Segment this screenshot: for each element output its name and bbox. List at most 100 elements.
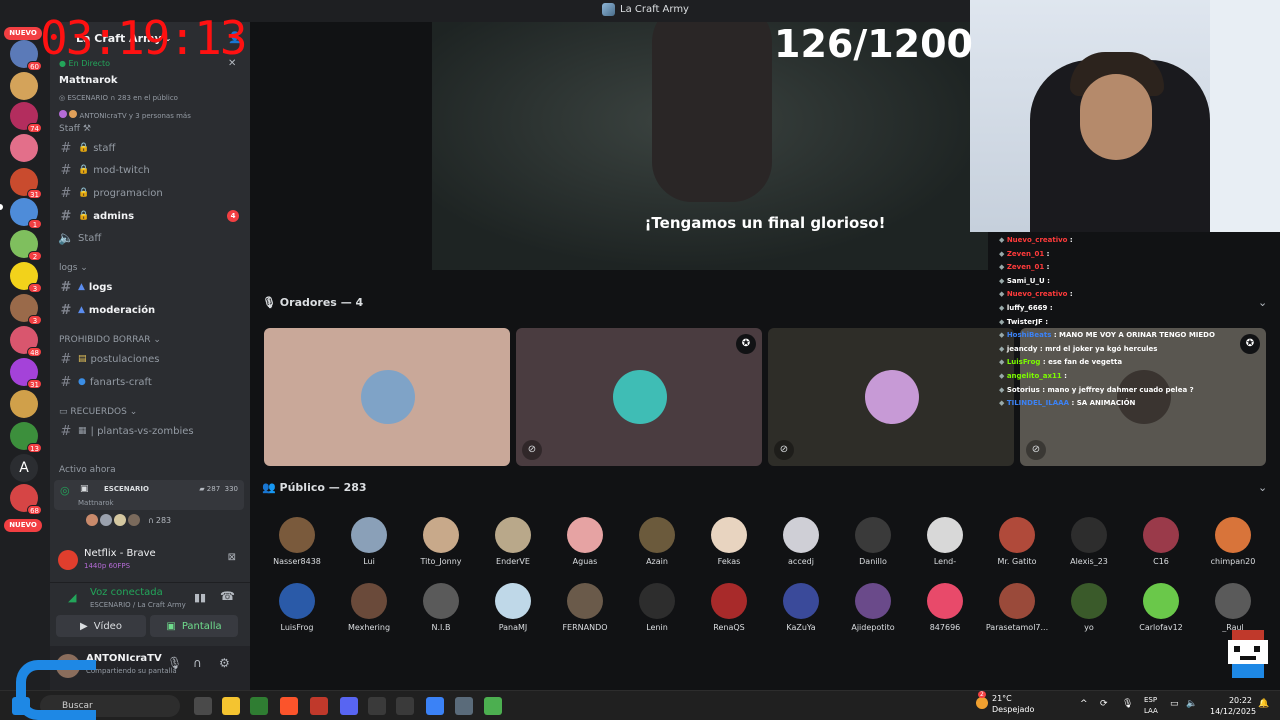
speaker-tile-3[interactable]: ⊘: [768, 328, 1014, 466]
speaker-tile-2[interactable]: ✪ ⊘: [516, 328, 762, 466]
video-button[interactable]: ▶ Vídeo: [56, 615, 146, 637]
app-icon[interactable]: [310, 697, 328, 715]
audience-member[interactable]: Danillo: [838, 517, 908, 566]
voice-location[interactable]: ESCENARIO / La Craft Army: [90, 601, 186, 609]
server-icon-1[interactable]: 60: [10, 40, 42, 71]
stop-stream-icon[interactable]: ⊠: [228, 552, 236, 563]
badge-icon: ◆: [999, 399, 1007, 408]
audience-member[interactable]: accedj: [766, 517, 836, 566]
audience-member[interactable]: chimpan20: [1198, 517, 1268, 566]
audience-member[interactable]: KaZuYa: [766, 583, 836, 632]
settings-gear-icon[interactable]: ⚙: [219, 656, 230, 670]
channel-moderacion[interactable]: # ▲ moderación: [54, 300, 246, 320]
avatar: [351, 583, 387, 619]
audience-member[interactable]: _Raul: [1198, 583, 1268, 632]
server-icon-9[interactable]: 3: [10, 294, 42, 325]
category-staff[interactable]: Staff: [59, 124, 80, 134]
notification-bell-icon[interactable]: 🔔: [1258, 699, 1269, 709]
volume-icon[interactable]: 🔈: [1186, 699, 1197, 709]
audience-member[interactable]: Carlofav12: [1126, 583, 1196, 632]
file-explorer-icon[interactable]: [222, 697, 240, 715]
category-prohibido-borrar[interactable]: PROHIBIDO BORRAR: [59, 335, 151, 345]
tray-chevron-icon[interactable]: ^: [1080, 699, 1088, 709]
avatar: [128, 514, 140, 526]
live-title[interactable]: Mattnarok: [59, 75, 118, 86]
language-indicator[interactable]: ESP LAA: [1144, 695, 1158, 717]
screen-share-button[interactable]: ▣ Pantalla: [150, 615, 238, 637]
server-icon-4[interactable]: [10, 134, 38, 162]
server-icon-7[interactable]: 2: [10, 230, 42, 261]
avatar: [1071, 583, 1107, 619]
server-icon-13[interactable]: 13: [10, 422, 42, 453]
audience-name: Fekas: [717, 557, 741, 566]
audience-member[interactable]: FERNANDO: [550, 583, 620, 632]
channel-plantas-vs-zombies[interactable]: # ▦ | plantas-vs-zombies: [54, 421, 246, 441]
channel-fanarts-craft[interactable]: # ● fanarts-craft: [54, 372, 246, 392]
store-icon[interactable]: [250, 697, 268, 715]
server-icon-12[interactable]: [10, 390, 38, 418]
minecraft-icon[interactable]: [484, 697, 502, 715]
audience-member[interactable]: Azain: [622, 517, 692, 566]
noise-suppression-icon[interactable]: ▮▮: [194, 591, 206, 604]
audience-member[interactable]: Parasetamol7...: [982, 583, 1052, 632]
chevron-down-icon[interactable]: ⌄: [1258, 481, 1267, 494]
activity-card[interactable]: Netflix - Brave 1440p 60FPS ⊠: [56, 546, 240, 584]
audience-member[interactable]: N.I.B: [406, 583, 476, 632]
headphones-icon[interactable]: ∩: [193, 656, 202, 670]
server-icon-3[interactable]: 74: [10, 102, 42, 133]
task-view-icon[interactable]: [194, 697, 212, 715]
server-icon-5[interactable]: 31: [10, 168, 42, 199]
category-logs[interactable]: logs: [59, 263, 77, 273]
audience-member[interactable]: Aguas: [550, 517, 620, 566]
chat-message: ◆ TwisterJF :: [999, 316, 1269, 330]
audience-member[interactable]: Lui: [334, 517, 404, 566]
active-stage-card[interactable]: ◎ ▣ ESCENARIO Mattnarok ▰ 287 330: [54, 480, 244, 510]
chat-text: :: [1046, 263, 1050, 272]
audience-member[interactable]: Ajidepotito: [838, 583, 908, 632]
server-icon-6[interactable]: 1: [10, 198, 42, 229]
disconnect-icon[interactable]: ☎: [220, 589, 235, 603]
audience-member[interactable]: Tito_Jonny: [406, 517, 476, 566]
obs-icon[interactable]: [368, 697, 386, 715]
microphone-icon[interactable]: 🎙: [1122, 699, 1133, 709]
channel-postulaciones[interactable]: # ▤ postulaciones: [54, 349, 246, 369]
server-icon-15[interactable]: 68: [10, 484, 42, 515]
audience-member[interactable]: RenaQS: [694, 583, 764, 632]
audience-member[interactable]: Nasser8438: [262, 517, 332, 566]
audience-member[interactable]: LuisFrog: [262, 583, 332, 632]
settings-icon[interactable]: [455, 697, 473, 715]
sync-icon[interactable]: ⟳: [1100, 699, 1108, 709]
audience-member[interactable]: Mr. Gatito: [982, 517, 1052, 566]
server-icon-8[interactable]: 3: [10, 262, 42, 293]
audience-member[interactable]: Mexhering: [334, 583, 404, 632]
server-icon-11[interactable]: 31: [10, 358, 42, 389]
category-recuerdos[interactable]: RECUERDOS: [70, 407, 126, 417]
channel-logs[interactable]: # ▲ logs: [54, 277, 246, 297]
audience-member[interactable]: Fekas: [694, 517, 764, 566]
scroll-icon: ▤: [78, 354, 87, 364]
server-icon-2[interactable]: [10, 72, 38, 100]
channel-mod-twitch[interactable]: # 🔒 mod-twitch: [54, 160, 246, 180]
notepad-icon[interactable]: [426, 697, 444, 715]
app-icon[interactable]: [396, 697, 414, 715]
audience-member[interactable]: Alexis_23: [1054, 517, 1124, 566]
brave-icon[interactable]: [280, 697, 298, 715]
audience-member[interactable]: yo: [1054, 583, 1124, 632]
audience-member[interactable]: EnderVE: [478, 517, 548, 566]
clock[interactable]: 20:22 14/12/2025: [1210, 695, 1256, 717]
server-icon-10[interactable]: 48: [10, 326, 42, 357]
audience-member[interactable]: Lend-: [910, 517, 980, 566]
channel-admins[interactable]: # 🔒 admins 4: [54, 206, 246, 226]
audience-member[interactable]: PanaMJ: [478, 583, 548, 632]
audience-member[interactable]: C16: [1126, 517, 1196, 566]
audience-member[interactable]: Lenin: [622, 583, 692, 632]
speaker-tile-1[interactable]: [264, 328, 510, 466]
discord-icon[interactable]: [340, 697, 358, 715]
microphone-icon[interactable]: 🎙: [167, 656, 182, 670]
channel-staff-voice[interactable]: 🔈 Staff: [54, 228, 246, 248]
channel-staff[interactable]: # 🔒 staff: [54, 138, 246, 158]
server-icon-14[interactable]: A: [10, 454, 38, 482]
audience-member[interactable]: 847696: [910, 583, 980, 632]
network-icon[interactable]: ▭: [1170, 699, 1179, 709]
channel-programacion[interactable]: # 🔒 programacion: [54, 183, 246, 203]
